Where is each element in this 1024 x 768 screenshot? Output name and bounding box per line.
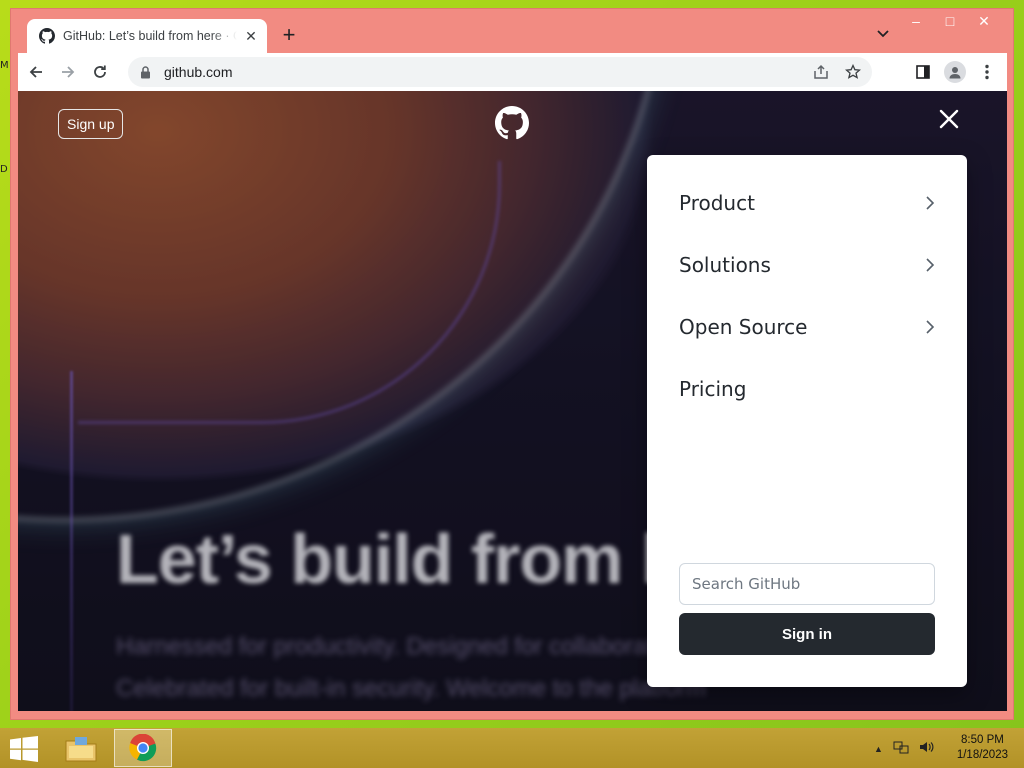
close-menu-icon[interactable] xyxy=(938,108,960,135)
menu-item-open-source[interactable]: Open Source xyxy=(679,307,939,347)
lock-icon[interactable] xyxy=(140,65,154,79)
github-logo-icon[interactable] xyxy=(495,106,529,145)
chevron-right-icon xyxy=(925,195,939,211)
side-panel-icon[interactable] xyxy=(907,56,939,88)
network-icon[interactable] xyxy=(893,740,909,757)
profile-button[interactable] xyxy=(939,56,971,88)
maximize-button[interactable]: □ xyxy=(933,11,967,33)
search-input[interactable] xyxy=(679,563,935,605)
title-bar: GitHub: Let’s build from here · GitHub ✕… xyxy=(11,9,1013,53)
system-tray: ▲ xyxy=(874,740,935,757)
menu-item-label: Product xyxy=(679,191,755,215)
tab-title: GitHub: Let’s build from here · GitHub xyxy=(63,29,237,43)
clock-date: 1/18/2023 xyxy=(956,749,1008,761)
chrome-taskbar-icon[interactable] xyxy=(114,729,172,767)
menu-item-label: Open Source xyxy=(679,315,808,339)
menu-item-product[interactable]: Product xyxy=(679,183,939,223)
browser-window: GitHub: Let’s build from here · GitHub ✕… xyxy=(10,8,1014,720)
sign-in-button[interactable]: Sign in xyxy=(679,613,935,655)
avatar-icon xyxy=(944,61,966,83)
hero-subtitle-line: Celebrated for built-in security. Welcom… xyxy=(116,675,707,702)
taskbar: ▲ 8:50 PM 1/18/2023 xyxy=(0,728,1024,768)
share-icon[interactable] xyxy=(808,64,834,80)
hero-subtitle-line: Harnessed for productivity. Designed for… xyxy=(116,633,692,660)
reload-icon[interactable] xyxy=(84,56,116,88)
sign-up-button[interactable]: Sign up xyxy=(58,109,124,139)
tab-search-chevron-icon[interactable] xyxy=(877,27,889,41)
mobile-nav-menu: Product Solutions Open Source Pricing Si… xyxy=(647,155,967,687)
github-icon xyxy=(39,28,55,44)
address-bar[interactable]: github.com xyxy=(128,57,872,87)
chevron-right-icon xyxy=(925,319,939,335)
tray-expand-icon[interactable]: ▲ xyxy=(874,744,883,754)
windows-start-icon[interactable] xyxy=(10,736,38,767)
browser-tab[interactable]: GitHub: Let’s build from here · GitHub ✕ xyxy=(27,19,267,53)
forward-icon[interactable] xyxy=(52,56,84,88)
menu-item-label: Solutions xyxy=(679,253,771,277)
chevron-right-icon xyxy=(925,257,939,273)
clock-time: 8:50 PM xyxy=(961,734,1004,746)
new-tab-button[interactable]: + xyxy=(277,23,301,47)
bookmark-star-icon[interactable] xyxy=(840,64,866,80)
volume-icon[interactable] xyxy=(919,740,935,757)
kebab-menu-icon[interactable] xyxy=(971,56,1003,88)
url-text[interactable]: github.com xyxy=(164,64,232,80)
menu-item-label: Pricing xyxy=(679,377,747,401)
hero-subtitle: Harnessed for productivity. Designed for… xyxy=(116,626,706,710)
tab-close-icon[interactable]: ✕ xyxy=(243,28,259,44)
menu-item-pricing[interactable]: Pricing xyxy=(679,369,939,409)
page-viewport: Let’s build from here Harnessed for prod… xyxy=(18,91,1007,711)
back-icon[interactable] xyxy=(20,56,52,88)
minimize-button[interactable]: – xyxy=(899,11,933,33)
clock[interactable]: 8:50 PM 1/18/2023 xyxy=(957,733,1008,763)
window-close-button[interactable]: ✕ xyxy=(967,11,1001,33)
file-explorer-icon[interactable] xyxy=(62,732,100,766)
menu-item-solutions[interactable]: Solutions xyxy=(679,245,939,285)
browser-toolbar: github.com xyxy=(18,53,1007,91)
